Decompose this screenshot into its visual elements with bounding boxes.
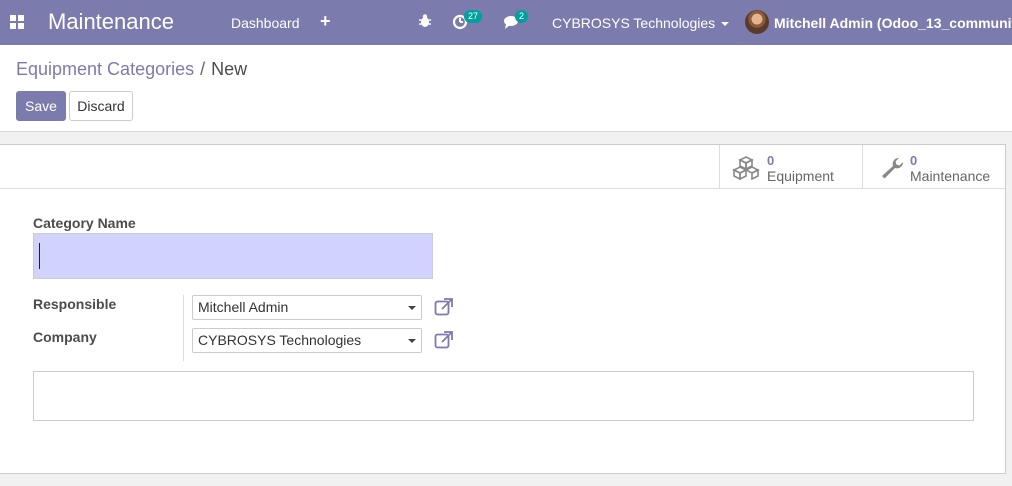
breadcrumb-separator: /: [200, 59, 206, 79]
equipment-count: 0: [767, 153, 775, 168]
breadcrumb: Equipment Categories / New: [16, 59, 247, 80]
top-navbar: Maintenance Dashboard + 27 2 CYBROSYS Te…: [0, 0, 1012, 45]
maintenance-stat-button[interactable]: 0 Maintenance: [862, 145, 1005, 189]
activity-count-badge: 27: [464, 10, 483, 23]
menu-dashboard[interactable]: Dashboard: [231, 15, 300, 31]
user-menu[interactable]: Mitchell Admin (Odoo_13_community): [774, 15, 1012, 31]
cubes-icon: [732, 156, 760, 180]
discard-button[interactable]: Discard: [69, 91, 133, 121]
activity-clock-icon[interactable]: 27: [452, 10, 483, 33]
company-name: CYBROSYS Technologies: [552, 15, 716, 31]
apps-menu-icon[interactable]: [10, 15, 24, 29]
company-switcher[interactable]: CYBROSYS Technologies: [552, 15, 730, 31]
save-button[interactable]: Save: [16, 91, 66, 121]
equipment-stat-button[interactable]: 0 Equipment: [719, 145, 862, 189]
messages-chat-icon[interactable]: 2: [503, 10, 529, 33]
maintenance-label: Maintenance: [910, 168, 991, 184]
chevron-down-icon: [408, 339, 416, 343]
breadcrumb-parent-link[interactable]: Equipment Categories: [16, 59, 194, 79]
company-value: CYBROSYS Technologies: [198, 332, 362, 348]
message-count-badge: 2: [515, 10, 529, 23]
field-divider: [183, 295, 184, 361]
quick-create-plus-icon[interactable]: +: [320, 11, 331, 32]
responsible-select[interactable]: Mitchell Admin: [192, 295, 422, 320]
stat-button-box: 0 Equipment 0 Maintenance: [0, 145, 1005, 189]
category-name-label: Category Name: [33, 215, 136, 231]
company-external-link-icon[interactable]: [434, 330, 454, 350]
user-avatar[interactable]: [745, 10, 769, 34]
wrench-icon: [882, 157, 904, 179]
chevron-down-icon: [721, 22, 730, 27]
maintenance-count: 0: [910, 153, 918, 168]
breadcrumb-current: New: [211, 59, 248, 79]
company-select[interactable]: CYBROSYS Technologies: [192, 328, 422, 353]
responsible-value: Mitchell Admin: [198, 299, 289, 315]
chevron-down-icon: [408, 306, 416, 310]
note-textarea[interactable]: [33, 371, 974, 421]
control-panel: Equipment Categories / New Save Discard: [0, 45, 1012, 132]
category-name-input[interactable]: [33, 233, 433, 279]
responsible-external-link-icon[interactable]: [434, 297, 454, 317]
app-title[interactable]: Maintenance: [48, 9, 174, 35]
user-name: Mitchell Admin (Odoo_13_community): [774, 15, 1012, 31]
company-label: Company: [33, 329, 97, 345]
form-sheet: 0 Equipment 0 Maintenance Category Name …: [0, 144, 1006, 474]
responsible-label: Responsible: [33, 296, 117, 312]
text-cursor: [39, 243, 40, 269]
equipment-label: Equipment: [767, 168, 834, 184]
debug-bug-icon[interactable]: [418, 13, 434, 29]
